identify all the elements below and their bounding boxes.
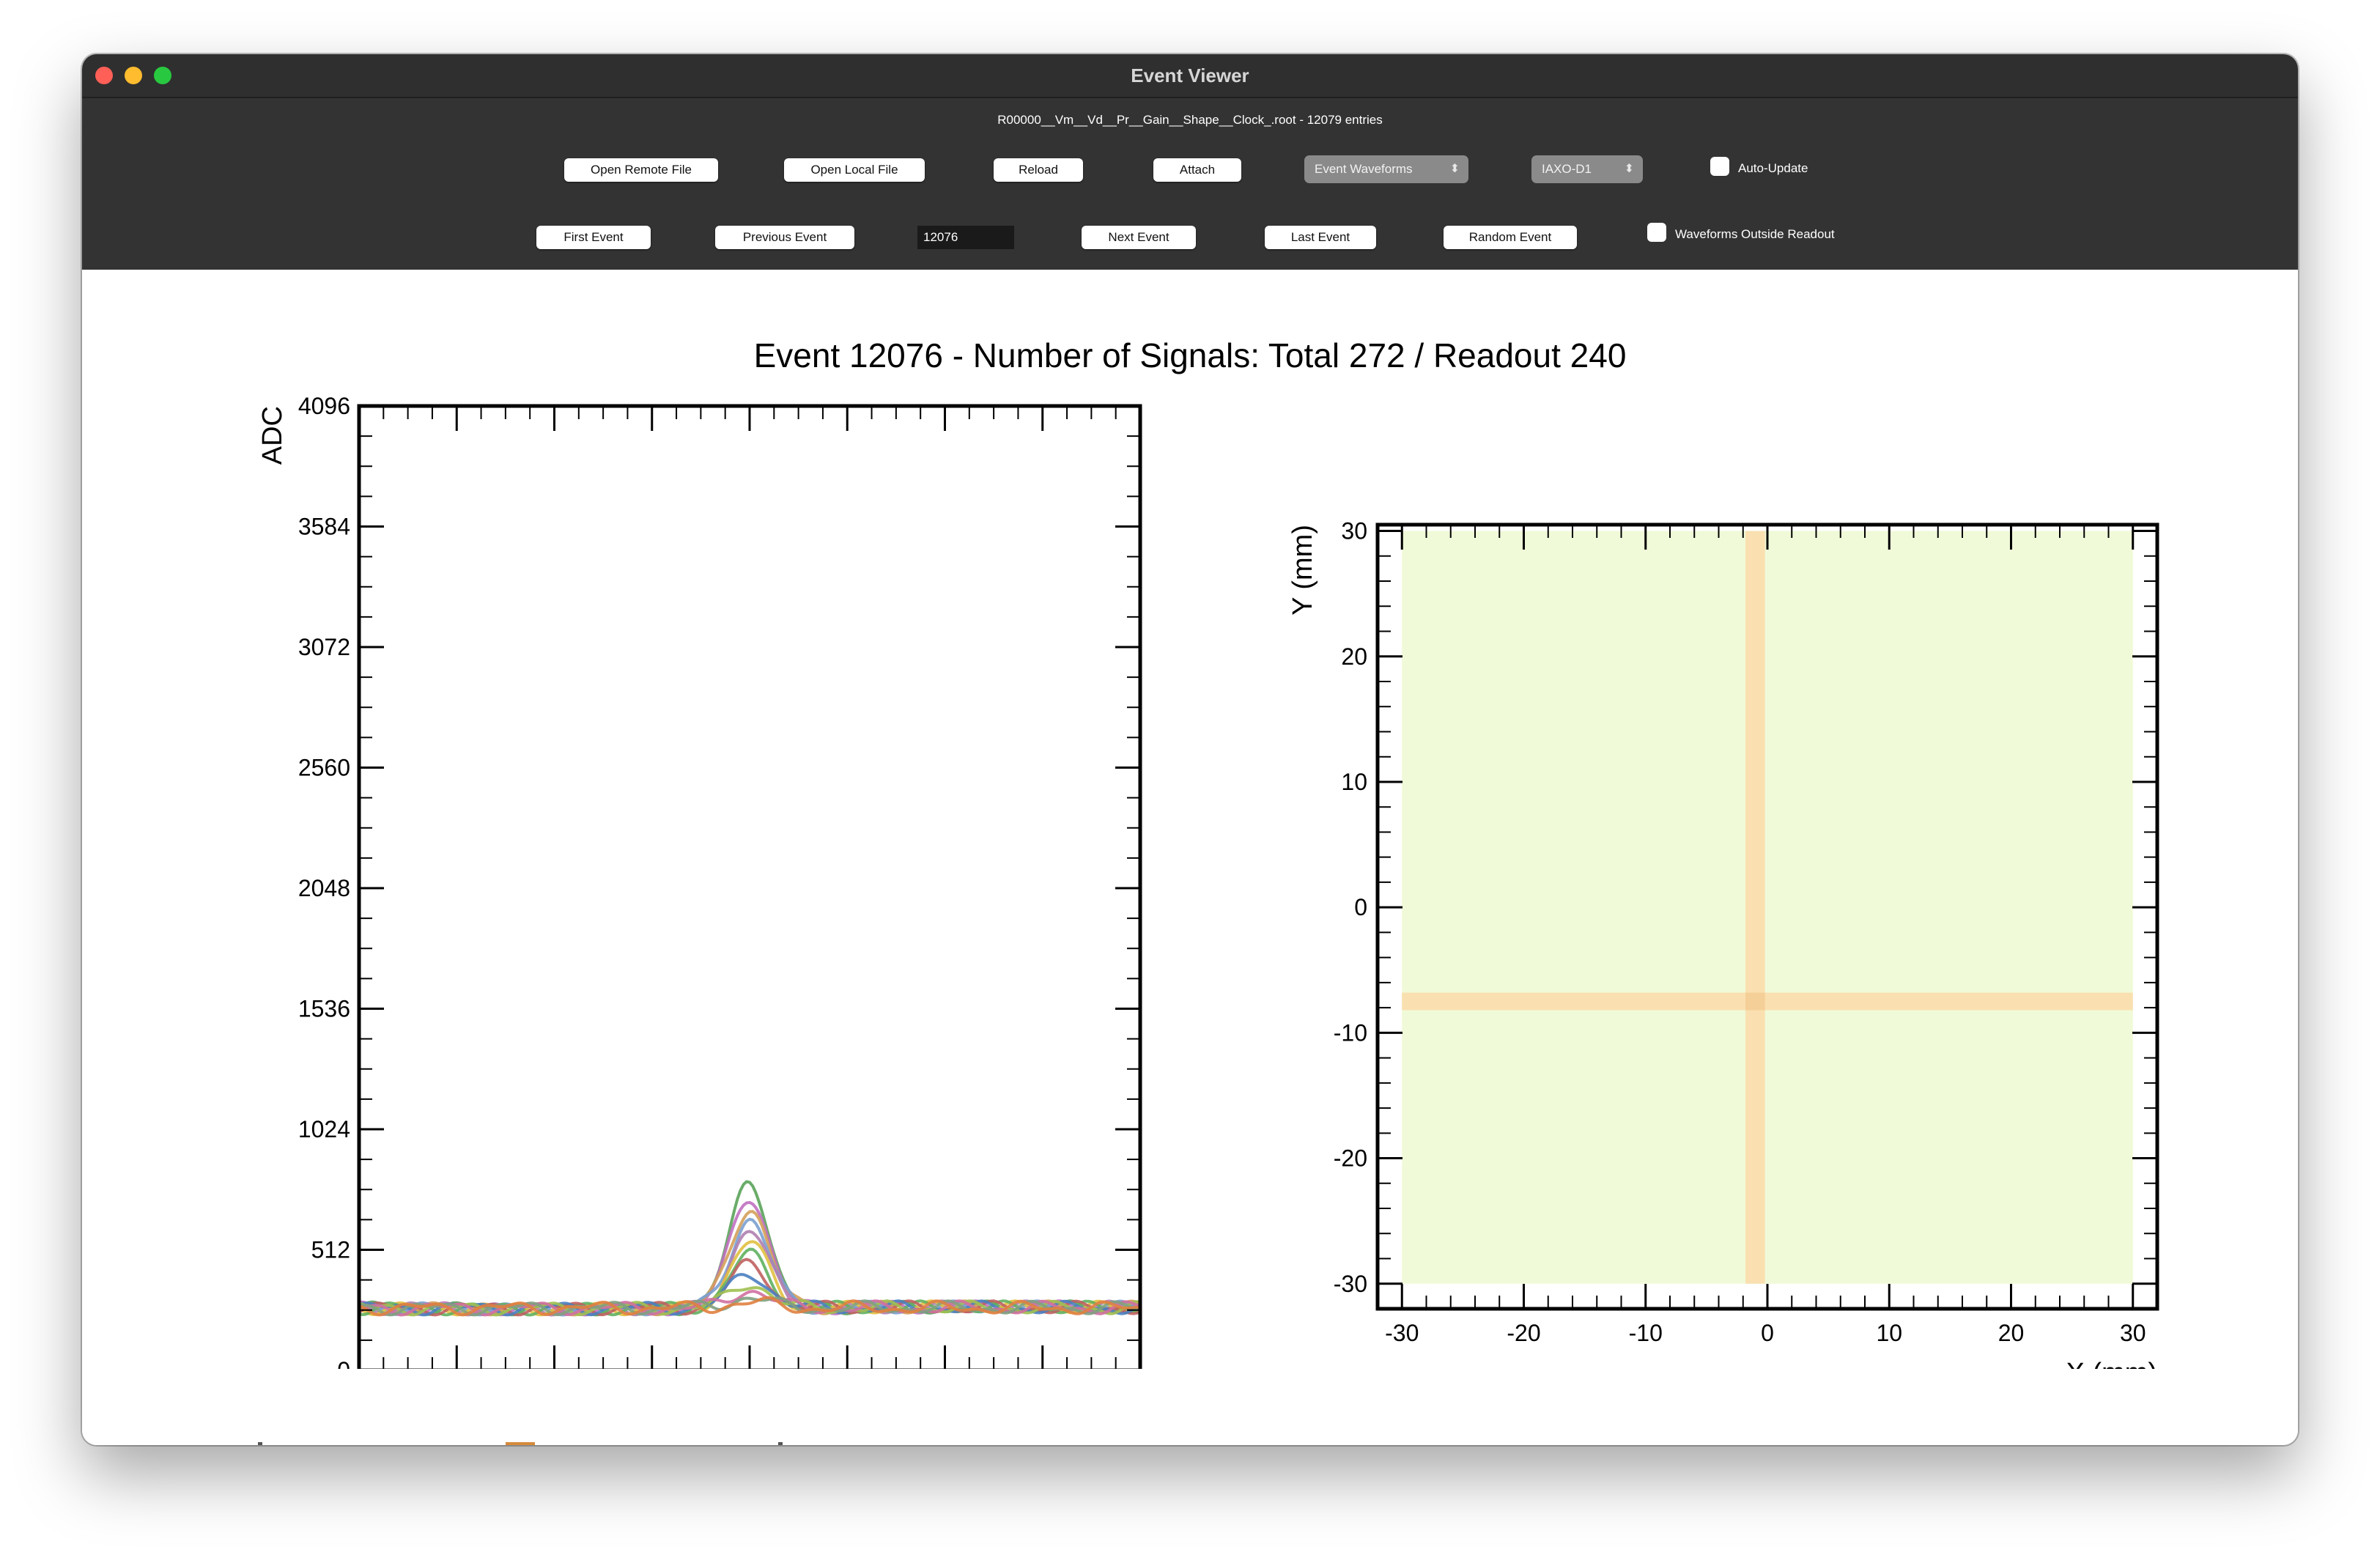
open-remote-file-button[interactable]: Open Remote File	[564, 158, 718, 182]
window-title: Event Viewer	[1131, 64, 1249, 86]
first-event-button[interactable]: First Event	[536, 226, 651, 249]
waveforms-outside-label: Waveforms Outside Readout	[1675, 227, 1835, 241]
hitmap-cell	[1402, 992, 2133, 1011]
open-local-file-button[interactable]: Open Local File	[784, 158, 925, 182]
chevron-updown-icon: ⬍	[1449, 163, 1460, 175]
detector-select[interactable]: IAXO-D1 ⬍	[1531, 155, 1643, 183]
y-tick-label: 3584	[298, 514, 350, 540]
attach-button[interactable]: Attach	[1153, 158, 1241, 182]
event-number-input[interactable]: 12076	[917, 226, 1014, 249]
y-tick-label: 30	[1341, 518, 1367, 544]
waveform-chart: 0641281922563203844485120512102415362048…	[257, 393, 1142, 1369]
y-tick-label: 20	[1341, 643, 1367, 670]
y-tick-label: 10	[1341, 769, 1367, 795]
last-event-button[interactable]: Last Event	[1265, 226, 1376, 249]
x-tick-label: 0	[1761, 1320, 1774, 1346]
y-tick-label: 512	[311, 1237, 350, 1263]
previous-event-button[interactable]: Previous Event	[715, 226, 854, 249]
waveforms-outside-checkbox[interactable]	[1647, 223, 1666, 242]
plot-canvas: Event 12076 - Number of Signals: Total 2…	[82, 270, 2298, 1445]
y-tick-label: 2560	[298, 755, 350, 781]
hitmap-chart: -30 -20 -10 0 10 20 30 -30 -20 -10 0 10 20 30 X (mm) Y …	[1287, 518, 2159, 1369]
next-plot-edge	[778, 1442, 783, 1445]
y-axis-label: ADC	[257, 406, 288, 465]
auto-update-label: Auto-Update	[1738, 161, 1808, 175]
x-axis-label: X (mm)	[2066, 1358, 2157, 1369]
view-select[interactable]: Event Waveforms ⬍	[1304, 155, 1468, 183]
hitmap-cell	[1745, 992, 1765, 1011]
waveform-plot-frame	[357, 404, 1142, 1369]
detector-select-value: IAXO-D1	[1542, 162, 1592, 176]
y-axis-label: Y (mm)	[1287, 525, 1318, 616]
chevron-updown-icon: ⬍	[1624, 163, 1634, 175]
hitmap-cell	[1402, 531, 2133, 1284]
y-tick-label: 3072	[298, 634, 350, 660]
auto-update-checkbox[interactable]	[1710, 157, 1729, 176]
file-info-label: R00000__Vm__Vd__Pr__Gain__Shape__Clock_.…	[997, 113, 1383, 127]
reload-button[interactable]: Reload	[994, 158, 1083, 182]
y-tick-label: 0	[1354, 894, 1367, 920]
next-plot-edge	[258, 1442, 262, 1445]
x-tick-label: -30	[1385, 1320, 1419, 1346]
y-tick-label: -30	[1334, 1271, 1367, 1297]
y-tick-label: 0	[337, 1357, 350, 1369]
next-event-button[interactable]: Next Event	[1082, 226, 1196, 249]
x-tick-label: 20	[1998, 1320, 2025, 1346]
y-tick-label: -20	[1334, 1145, 1367, 1172]
x-tick-label: 10	[1876, 1320, 1902, 1346]
random-event-button[interactable]: Random Event	[1444, 226, 1577, 249]
x-tick-label: -20	[1507, 1320, 1540, 1346]
next-plot-edge	[506, 1442, 535, 1445]
event-viewer-window: Event Viewer R00000__Vm__Vd__Pr__Gain__S…	[82, 54, 2298, 1445]
y-tick-label: 1024	[298, 1116, 350, 1142]
y-tick-label: -10	[1334, 1019, 1367, 1046]
view-select-value: Event Waveforms	[1315, 162, 1413, 176]
hitmap-cell	[1745, 531, 1765, 1284]
y-tick-label: 1536	[298, 996, 350, 1022]
title-bar: Event Viewer	[82, 54, 2298, 98]
x-tick-label: -10	[1629, 1320, 1663, 1346]
y-tick-label: 2048	[298, 875, 350, 901]
y-tick-label: 4096	[298, 393, 350, 419]
toolbar: R00000__Vm__Vd__Pr__Gain__Shape__Clock_.…	[82, 98, 2298, 270]
x-tick-label: 30	[2120, 1320, 2146, 1346]
